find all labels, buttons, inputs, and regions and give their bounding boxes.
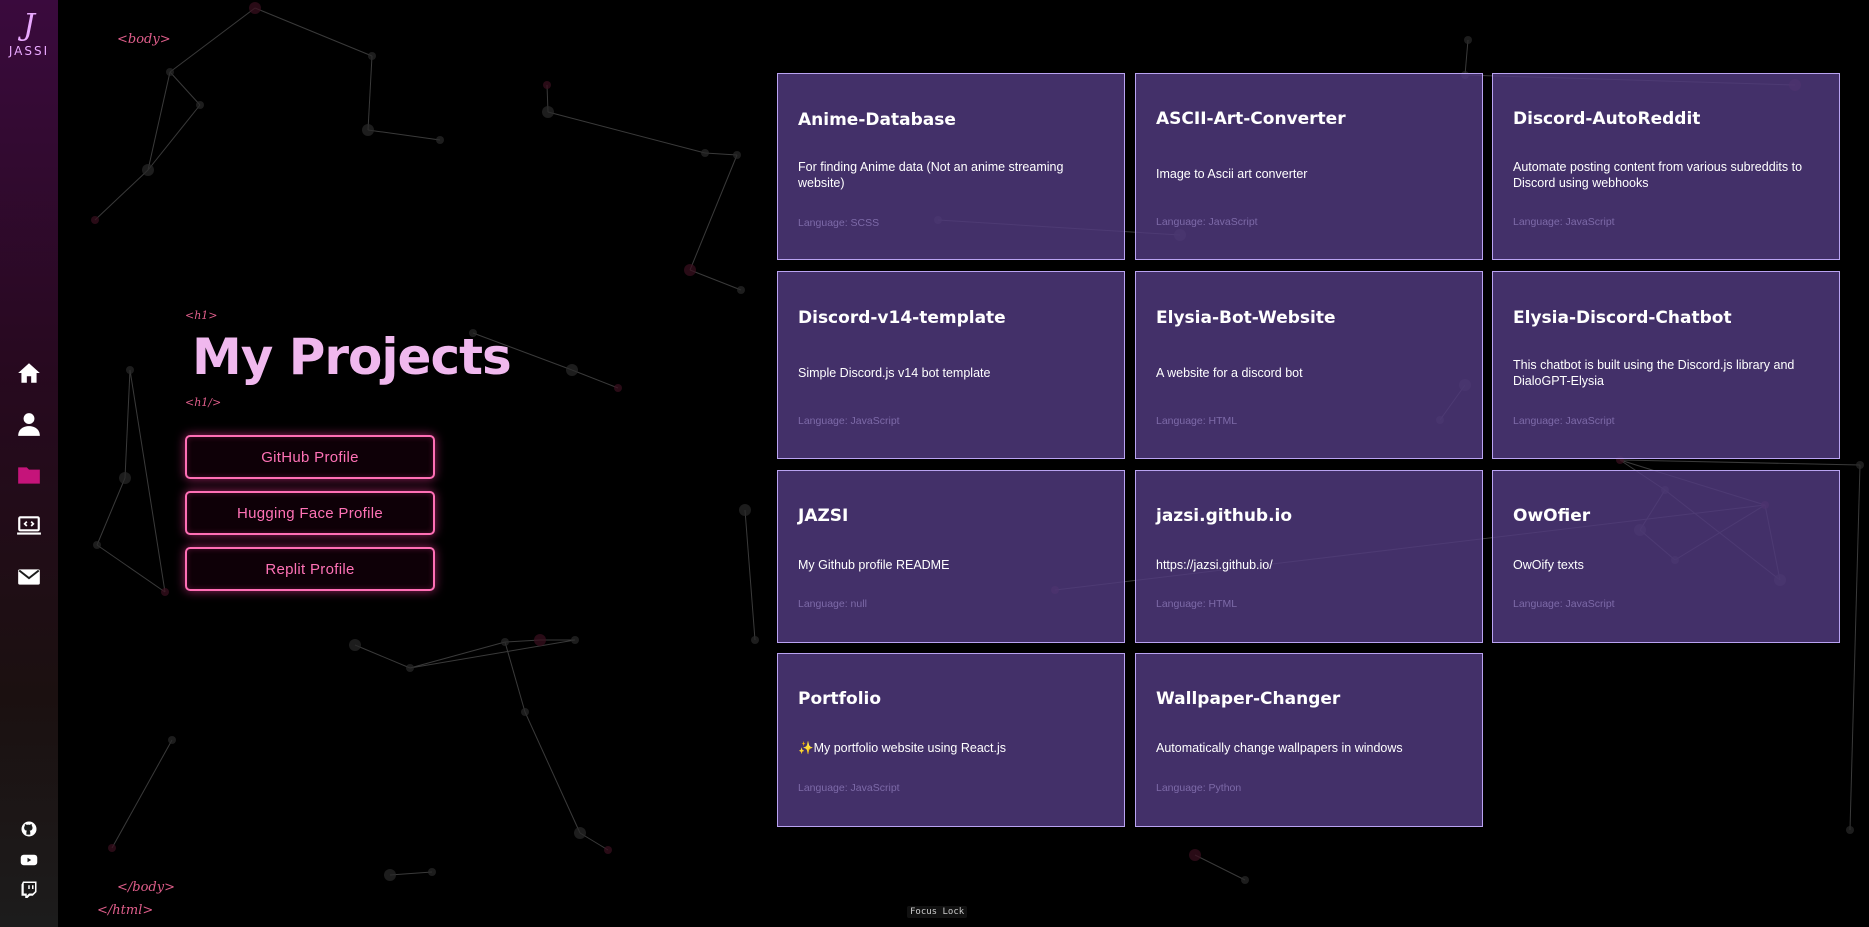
code-tag-h1-open: <h1> [185, 309, 218, 322]
project-language: Language: JavaScript [1156, 216, 1258, 228]
project-language: Language: JavaScript [1513, 415, 1615, 427]
code-tag-body-open: <body> [117, 32, 171, 47]
project-language: Language: Python [1156, 782, 1242, 794]
logo-text: JASSI [8, 44, 50, 58]
nav-projects-button[interactable] [14, 460, 44, 490]
project-description: Automatically change wallpapers in windo… [1156, 741, 1403, 755]
project-language: Language: null [798, 598, 867, 610]
nav-skills-button[interactable] [14, 511, 44, 541]
project-title: Elysia-Bot-Website [1156, 308, 1336, 328]
project-description: OwOify texts [1513, 558, 1584, 572]
project-description: Automate posting content from various su… [1513, 160, 1803, 190]
project-language: Language: JavaScript [798, 782, 900, 794]
project-title: Anime-Database [798, 110, 956, 130]
project-title: Wallpaper-Changer [1156, 689, 1341, 709]
project-description: My Github profile README [798, 558, 950, 572]
nav-contact-button[interactable] [14, 562, 44, 592]
sidebar: J JASSI [0, 0, 58, 927]
project-title: Discord-AutoReddit [1513, 109, 1701, 129]
nav-home-button[interactable] [14, 358, 44, 388]
project-card-discord-v14-template[interactable]: Discord-v14-template Simple Discord.js v… [777, 271, 1125, 459]
logo-mark: J [22, 8, 36, 43]
project-card-ascii-art-converter[interactable]: ASCII-Art-Converter Image to Ascii art c… [1135, 73, 1483, 260]
laptop-code-icon [17, 516, 41, 535]
social-twitch-button[interactable] [20, 880, 38, 898]
project-language: Language: JavaScript [798, 415, 900, 427]
project-language: Language: JavaScript [1513, 216, 1615, 228]
code-tag-body-close: </body> [117, 880, 175, 895]
project-description: Simple Discord.js v14 bot template [798, 366, 991, 380]
project-card-discord-autoreddit[interactable]: Discord-AutoReddit Automate posting cont… [1492, 73, 1840, 260]
project-language: Language: SCSS [798, 217, 880, 229]
focus-lock-label: Focus Lock [907, 906, 968, 918]
project-title: JAZSI [798, 506, 849, 526]
project-description: For finding Anime data (Not an anime str… [798, 160, 1064, 190]
code-tag-html-close: </html> [97, 903, 154, 918]
youtube-icon [20, 854, 38, 866]
hugging-face-profile-button[interactable]: Hugging Face Profile [185, 491, 435, 535]
project-card-jazsi[interactable]: JAZSI My Github profile README Language:… [777, 470, 1125, 643]
project-language: Language: JavaScript [1513, 598, 1615, 610]
project-title: Discord-v14-template [798, 308, 1006, 328]
project-description: Image to Ascii art converter [1156, 167, 1308, 181]
project-card-anime-database[interactable]: Anime-Database For finding Anime data (N… [777, 73, 1125, 260]
logo[interactable]: J JASSI [0, 8, 58, 59]
github-profile-button[interactable]: GitHub Profile [185, 435, 435, 479]
user-icon [18, 413, 40, 436]
project-language: Language: HTML [1156, 598, 1238, 610]
project-card-elysia-bot-website[interactable]: Elysia-Bot-Website A website for a disco… [1135, 271, 1483, 459]
page-title: My Projects [192, 328, 512, 386]
home-icon [18, 363, 40, 383]
twitch-icon [21, 881, 37, 898]
project-description: A website for a discord bot [1156, 366, 1303, 380]
code-tag-h1-close: <h1/> [185, 396, 222, 409]
project-description: This chatbot is built using the Discord.… [1513, 358, 1795, 388]
project-title: Portfolio [798, 689, 882, 709]
social-youtube-button[interactable] [20, 851, 38, 869]
project-description: https://jazsi.github.io/ [1156, 558, 1273, 572]
replit-profile-button[interactable]: Replit Profile [185, 547, 435, 591]
social-github-button[interactable] [20, 820, 38, 838]
project-language: Language: HTML [1156, 415, 1238, 427]
project-title: jazsi.github.io [1156, 506, 1293, 526]
envelope-icon [18, 569, 40, 585]
github-icon [21, 821, 37, 837]
project-card-elysia-discord-chatbot[interactable]: Elysia-Discord-Chatbot This chatbot is b… [1492, 271, 1840, 459]
project-title: OwOfier [1513, 506, 1591, 526]
project-card-owofier[interactable]: OwOfier OwOify texts Language: JavaScrip… [1492, 470, 1840, 643]
project-title: Elysia-Discord-Chatbot [1513, 308, 1732, 328]
nav-about-button[interactable] [14, 409, 44, 439]
project-card-portfolio[interactable]: Portfolio ✨My portfolio website using Re… [777, 653, 1125, 827]
folder-icon [18, 467, 40, 484]
project-description: ✨My portfolio website using React.js [798, 741, 1007, 755]
project-title: ASCII-Art-Converter [1156, 109, 1346, 129]
project-card-wallpaper-changer[interactable]: Wallpaper-Changer Automatically change w… [1135, 653, 1483, 827]
project-card-jazsi-github-io[interactable]: jazsi.github.io https://jazsi.github.io/… [1135, 470, 1483, 643]
